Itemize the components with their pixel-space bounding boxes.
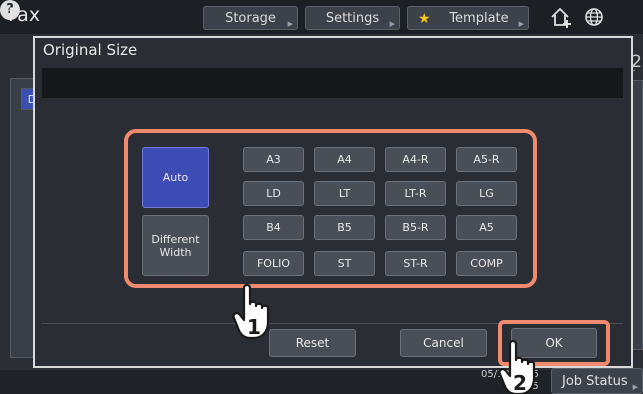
home-add-icon-glyph xyxy=(551,7,571,28)
star-icon: ★ xyxy=(418,11,431,27)
size-button-lt-r[interactable]: LT-R xyxy=(385,181,446,206)
reset-button[interactable]: Reset xyxy=(269,329,356,357)
corner-arrow-icon: ▶ xyxy=(389,20,395,28)
status-bar xyxy=(0,370,643,394)
size-button-lt[interactable]: LT xyxy=(314,181,375,206)
corner-arrow-icon: ▶ xyxy=(287,20,293,28)
corner-arrow-icon: ▶ xyxy=(632,383,638,391)
size-button-b4[interactable]: B4 xyxy=(243,215,304,240)
size-button-comp[interactable]: COMP xyxy=(456,251,517,276)
message-bar xyxy=(42,68,623,98)
pointing-hand-icon-step-1: 1 xyxy=(230,282,278,346)
auto-size-button[interactable]: Auto xyxy=(142,147,209,208)
size-button-lg[interactable]: LG xyxy=(456,181,517,206)
storage-label: Storage xyxy=(225,11,276,26)
size-button-ld[interactable]: LD xyxy=(243,181,304,206)
size-button-b5-r[interactable]: B5-R xyxy=(385,215,446,240)
job-status-button[interactable]: Job Status ▶ xyxy=(551,368,643,394)
template-button[interactable]: ★ Template ▶ xyxy=(407,6,529,30)
settings-button[interactable]: Settings ▶ xyxy=(305,6,400,30)
size-button-st-r[interactable]: ST-R xyxy=(385,251,446,276)
corner-arrow-icon: ▶ xyxy=(518,20,524,28)
size-button-a4-r[interactable]: A4-R xyxy=(385,147,446,172)
home-add-icon[interactable] xyxy=(548,6,574,30)
pointing-hand-icon: 2 xyxy=(498,339,536,394)
storage-button[interactable]: Storage ▶ xyxy=(203,6,298,30)
size-button-a5[interactable]: A5 xyxy=(456,215,517,240)
size-options-highlight: Auto Different Width A3 A4 A4-R A5-R LD … xyxy=(124,129,537,288)
globe-icon[interactable] xyxy=(581,6,607,30)
size-button-a5-r[interactable]: A5-R xyxy=(456,147,517,172)
step-2-number: 2 xyxy=(513,371,527,394)
pointing-hand-icon: 1 xyxy=(232,283,270,340)
settings-label: Settings xyxy=(325,11,380,26)
step-1-number: 1 xyxy=(247,315,261,339)
different-width-button[interactable]: Different Width xyxy=(142,215,209,276)
size-button-folio[interactable]: FOLIO xyxy=(243,251,304,276)
fax-screen: Fax Storage ▶ Settings ▶ ★ Template ▶ ? … xyxy=(0,0,643,394)
job-status-label: Job Status xyxy=(562,374,628,389)
template-label: Template xyxy=(449,11,509,26)
original-size-dialog: Original Size Auto Different Width A3 A4… xyxy=(33,36,633,368)
top-bar: Fax Storage ▶ Settings ▶ ★ Template ▶ ? xyxy=(0,0,643,34)
globe-icon-glyph xyxy=(585,8,603,26)
size-button-a3[interactable]: A3 xyxy=(243,147,304,172)
dialog-title: Original Size xyxy=(43,41,138,59)
pointing-hand-icon-step-2: 2 xyxy=(496,338,544,394)
size-button-b5[interactable]: B5 xyxy=(314,215,375,240)
app-title: Fax xyxy=(8,4,41,26)
size-button-a4[interactable]: A4 xyxy=(314,147,375,172)
size-button-st[interactable]: ST xyxy=(314,251,375,276)
cancel-button[interactable]: Cancel xyxy=(400,329,487,357)
